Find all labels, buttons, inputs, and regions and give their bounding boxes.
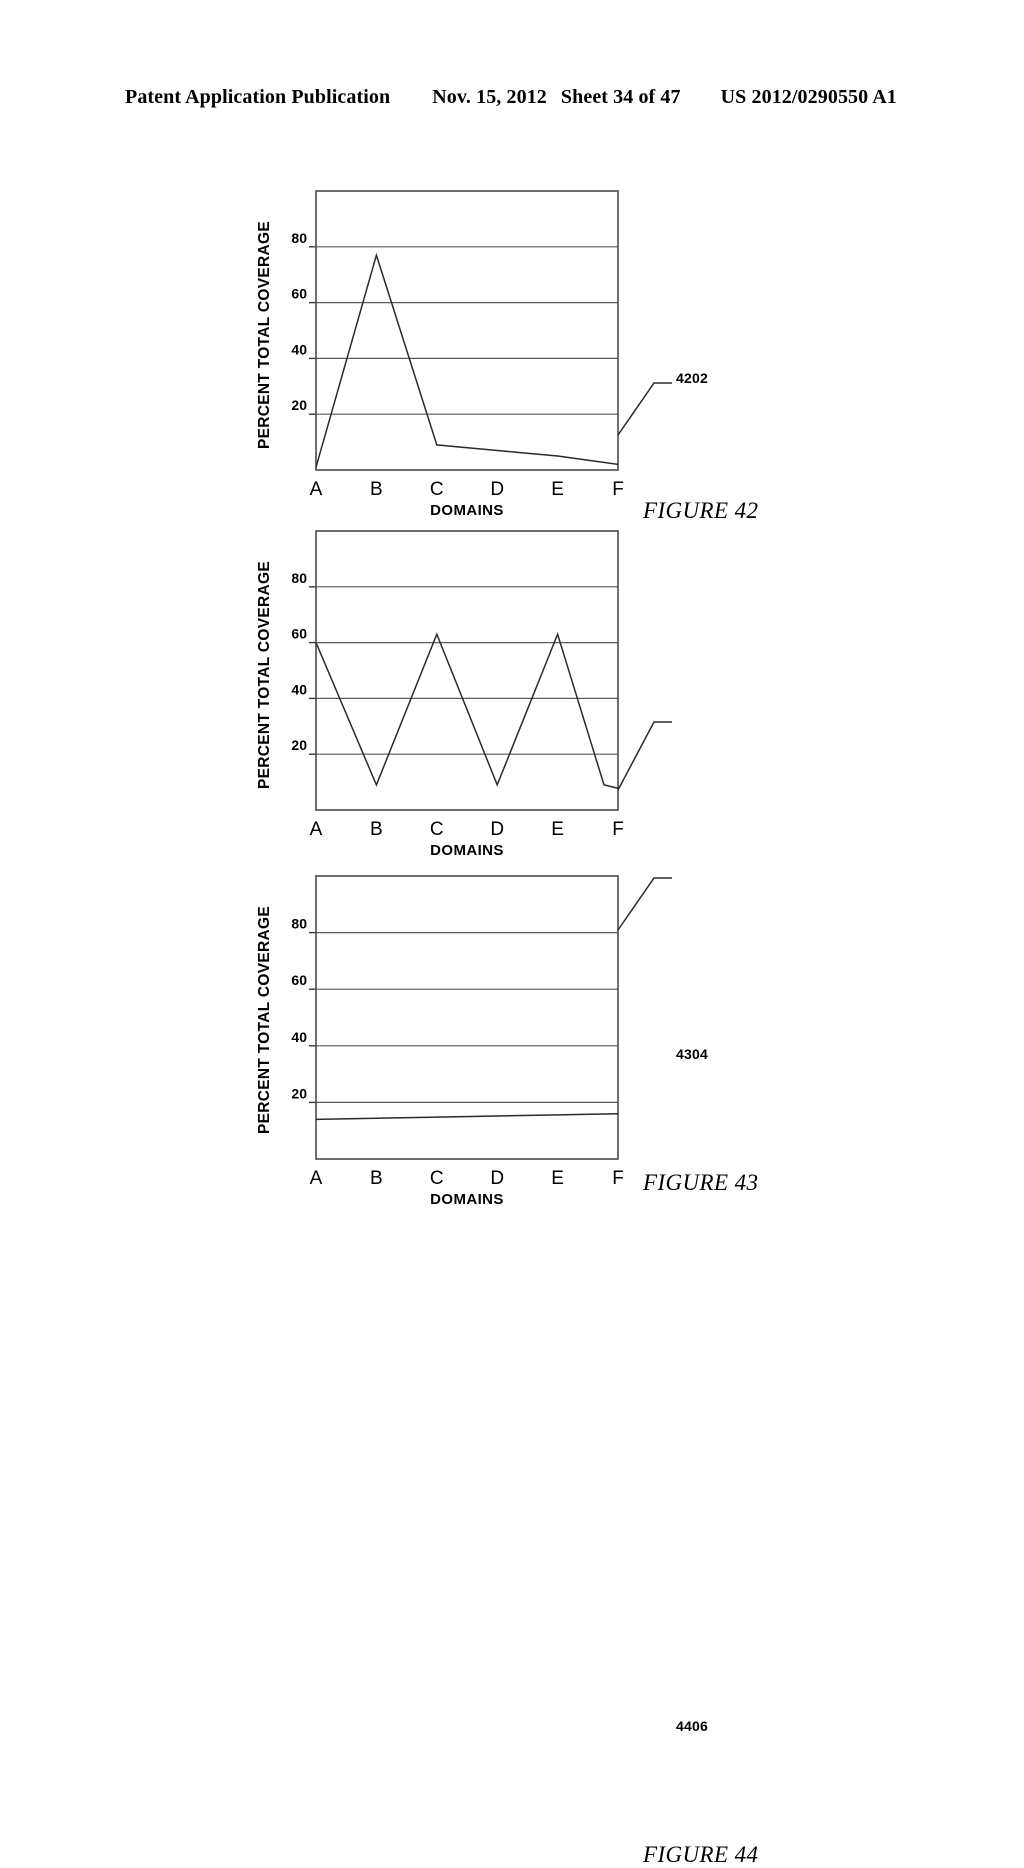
svg-text:20: 20 xyxy=(291,397,307,413)
svg-text:PERCENT TOTAL COVERAGE: PERCENT TOTAL COVERAGE xyxy=(256,221,273,449)
svg-text:PERCENT TOTAL COVERAGE: PERCENT TOTAL COVERAGE xyxy=(256,906,273,1134)
figure-43-block: 20 40 60 80 A B C D E F DOMAINS PERCENT TOTAL COVER… xyxy=(0,525,1024,1195)
header-patent-number: US 2012/0290550 A1 xyxy=(720,86,897,108)
page-header: Patent Application Publication Nov. 15, … xyxy=(125,86,900,109)
svg-text:60: 60 xyxy=(291,286,307,302)
svg-text:D: D xyxy=(490,1168,504,1189)
figure-43-chart: 20 40 60 80 A B C D E F DOMAINS PERCENT TOTAL COVER… xyxy=(256,530,624,859)
svg-text:20: 20 xyxy=(291,1085,307,1101)
svg-text:DOMAINS: DOMAINS xyxy=(430,842,504,859)
figure-42-chart: 20 40 60 80 A B C D E F DOMAINS PERCENT TOTAL COVER… xyxy=(256,190,624,519)
svg-text:B: B xyxy=(370,479,383,500)
figure-42-block: 20 40 60 80 A B C D E F DOMAINS PERCENT TOTAL COVER… xyxy=(0,185,1024,523)
figure-44-block: 20 40 60 80 A B C D E F DOMAINS PERCENT TOTAL COVER… xyxy=(0,862,1024,1867)
svg-text:C: C xyxy=(430,819,444,840)
figure-42-caption: FIGURE 42 xyxy=(643,498,759,523)
figure-42-chart-area: 20 40 60 80 A B C D E F DOMAINS PERCENT TOTAL COVER… xyxy=(255,185,655,520)
svg-text:PERCENT TOTAL COVERAGE: PERCENT TOTAL COVERAGE xyxy=(256,561,273,789)
svg-text:B: B xyxy=(370,1168,383,1189)
svg-text:DOMAINS: DOMAINS xyxy=(430,1191,504,1208)
svg-text:80: 80 xyxy=(291,916,307,932)
svg-text:C: C xyxy=(430,479,444,500)
svg-text:80: 80 xyxy=(291,570,307,586)
svg-text:C: C xyxy=(430,1168,444,1189)
figure-44-chart-area: 20 40 60 80 A B C D E F DOMAINS PERCENT TOTAL COVER… xyxy=(255,862,655,1212)
svg-text:60: 60 xyxy=(291,972,307,988)
header-publication-label: Patent Application Publication xyxy=(125,86,391,108)
svg-text:D: D xyxy=(490,819,504,840)
svg-text:E: E xyxy=(551,1168,564,1189)
header-sheet-label: Sheet 34 of 47 xyxy=(560,86,681,108)
svg-text:F: F xyxy=(612,1168,624,1189)
svg-text:F: F xyxy=(612,479,624,500)
figure-44-caption: FIGURE 44 xyxy=(643,1842,759,1867)
figure-44-reference-numeral: 4406 xyxy=(676,1718,708,1734)
svg-text:40: 40 xyxy=(291,1029,307,1045)
svg-text:40: 40 xyxy=(291,341,307,357)
svg-text:40: 40 xyxy=(291,681,307,697)
svg-text:20: 20 xyxy=(291,737,307,753)
svg-text:E: E xyxy=(551,819,564,840)
svg-text:F: F xyxy=(612,819,624,840)
svg-text:A: A xyxy=(310,819,323,840)
svg-text:E: E xyxy=(551,479,564,500)
figure-44-chart: 20 40 60 80 A B C D E F DOMAINS PERCENT TOTAL COVER… xyxy=(256,875,624,1208)
header-date-label: Nov. 15, 2012 xyxy=(432,86,547,108)
svg-text:60: 60 xyxy=(291,626,307,642)
svg-text:DOMAINS: DOMAINS xyxy=(430,502,504,519)
svg-text:80: 80 xyxy=(291,230,307,246)
svg-text:D: D xyxy=(490,479,504,500)
figure-43-chart-area: 20 40 60 80 A B C D E F DOMAINS PERCENT TOTAL COVER… xyxy=(255,525,655,865)
figure-42-reference-numeral: 4202 xyxy=(676,370,708,386)
svg-text:A: A xyxy=(310,479,323,500)
svg-text:B: B xyxy=(370,819,383,840)
svg-text:A: A xyxy=(310,1168,323,1189)
